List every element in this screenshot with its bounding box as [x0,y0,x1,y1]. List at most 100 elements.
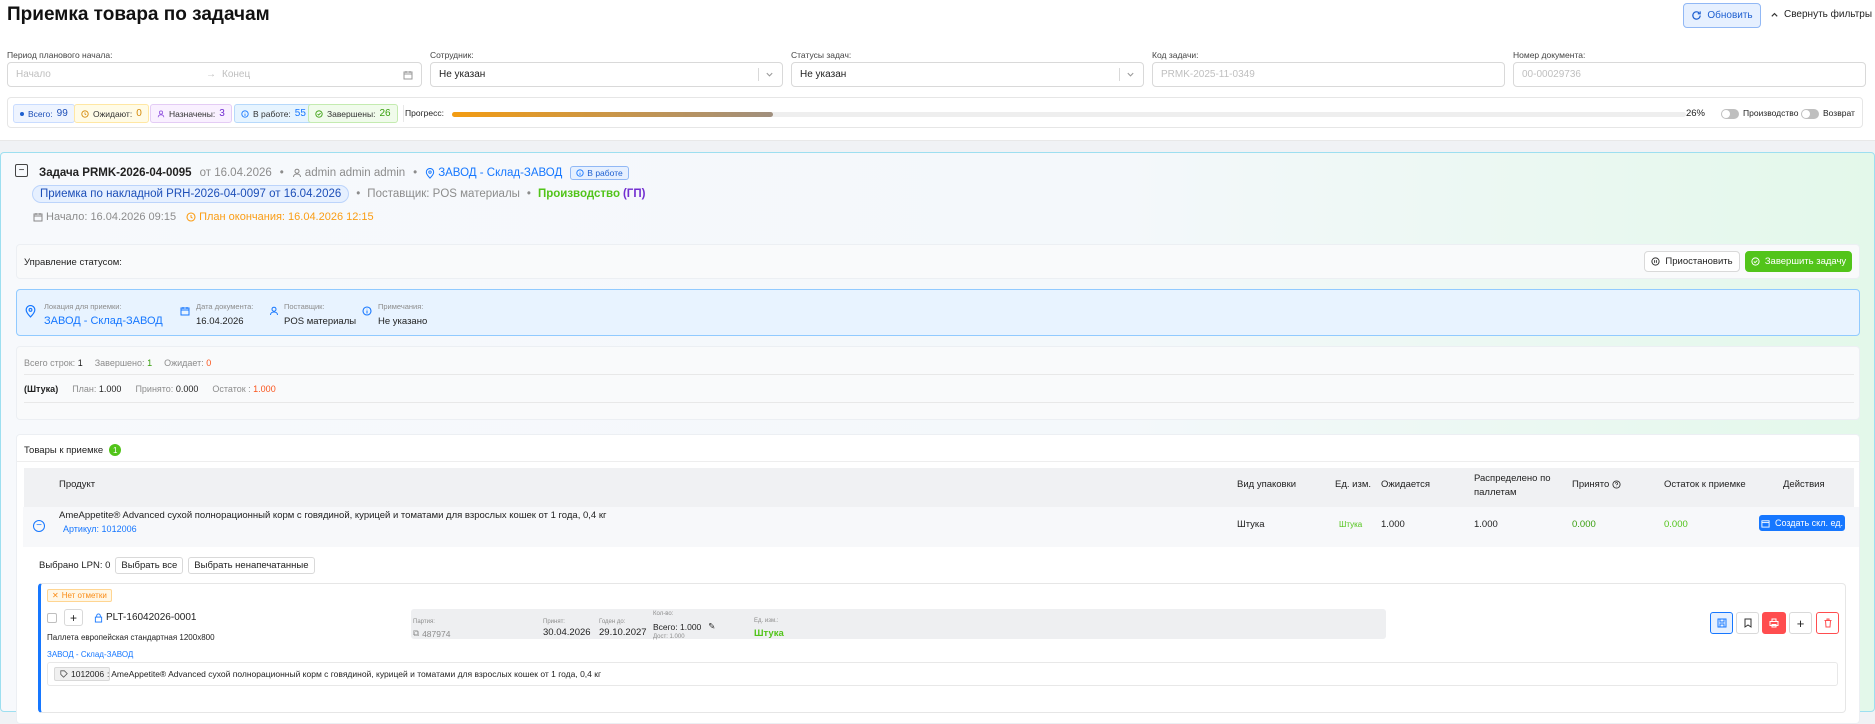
select-divider [758,68,759,81]
task-production: Производство [537,188,620,200]
stat-assigned-label: Назначены: [169,108,216,119]
calendar-icon [33,213,43,222]
task-code-input[interactable]: PRMK-2025-11-0349 [1152,62,1505,87]
task-card: − Задача PRMK-2026-04-0095 от 16.04.2026… [0,152,1875,724]
stat-total-chip[interactable]: Всего: 99 [13,104,75,123]
finish-task-button[interactable]: Завершить задачу [1745,251,1852,272]
chevron-down-icon [766,72,773,77]
lock-icon [94,613,103,622]
info-icon [362,306,372,316]
pause-button[interactable]: Приостановить [1644,251,1740,272]
pause-label: Приостановить [1665,256,1733,267]
info-icon [576,169,584,177]
info-icon [241,109,249,118]
save-lpn-button[interactable] [1710,612,1733,634]
create-storage-unit-label: Создать скл. ед. [1774,518,1844,528]
goods-title: Товары к приемке [24,444,104,456]
stat-assigned-chip[interactable]: Назначены: 3 [150,104,232,123]
summary-waiting-label: Ожидает: [164,358,204,368]
collapse-filters-label: Свернуть фильтры [1784,9,1873,20]
invoice-link[interactable]: Приемка по накладной PRH-2026-04-0097 от… [32,185,350,203]
period-end-input[interactable]: Конец [222,69,403,80]
map-pin-icon [426,167,435,179]
summary-rows: Всего строк: 1 [24,358,83,368]
stat-in-work-chip[interactable]: В работе: 55 [234,104,313,123]
refresh-icon [1692,11,1702,20]
return-toggle[interactable] [1801,109,1819,119]
task-meta-line: Приемка по накладной PRH-2026-04-0097 от… [32,185,645,203]
copy-icon[interactable]: ⧉ [413,628,419,639]
lpn-selected-count: Выбрано LPN: 0 [39,560,111,571]
user-icon [292,168,301,178]
lpn-batch: ⧉ 487974 [413,628,450,639]
employee-select-value: Не указан [439,69,486,80]
page-title: Приемка товара по задачам [7,4,270,25]
stat-total-value: 99 [56,108,68,119]
bullet: • [413,167,418,179]
select-unprinted-button[interactable]: Выбрать ненапечатанные [188,557,315,574]
product-expected: 1.000 [1381,519,1405,530]
period-range-picker[interactable]: Начало → Конец [7,62,422,87]
chevron-down-icon [1127,72,1134,77]
collapse-filters-link[interactable]: Свернуть фильтры [1770,9,1872,20]
lpn-article-tag: 1012006 [54,667,111,681]
chevron-up-icon [1771,12,1778,17]
summary-rest: Остаток : 1.000 [212,384,275,394]
doc-date-label: Дата документа: [196,302,254,311]
goods-title-line: Товары к приемке 1 [24,444,122,456]
stat-done-chip[interactable]: Завершены: 26 [308,104,398,123]
bullet: • [526,188,531,200]
period-start-input[interactable]: Начало [16,69,206,80]
question-circle-icon[interactable] [1612,480,1621,489]
notes-info-value: Не указано [378,316,428,327]
lpn-product-text: AmeAppetite® Advanced сухой полнорационн… [111,669,602,679]
no-mark-text: Нет отметки [61,591,107,600]
create-storage-unit-button[interactable]: Создать скл. ед. [1759,515,1845,531]
progress-bar [452,112,1686,117]
employee-select[interactable]: Не указан [430,62,783,87]
stats-divider [403,105,404,122]
select-divider [1119,68,1120,81]
summary-plan-value: 1.000 [98,384,122,394]
col-distributed: Распределено по паллетам [1474,473,1551,498]
production-toggle[interactable] [1721,109,1739,119]
task-code-label: Код задачи: [1152,50,1199,60]
status-management-panel: Управление статусом: Приостановить Завер… [16,244,1860,279]
lpn-location-link[interactable]: ЗАВОД - Склад-ЗАВОД [47,650,133,659]
stat-waiting-label: Ожидают: [93,108,133,119]
collapse-task-button[interactable]: − [15,164,28,177]
lpn-checkbox[interactable] [47,613,57,623]
bullet: • [279,167,284,179]
lpn-card [38,583,1846,713]
print-lpn-button[interactable] [1762,612,1786,634]
doc-number-input[interactable]: 00-00029736 [1513,62,1866,87]
expand-lpn-button[interactable]: + [64,609,83,626]
box-icon [1761,519,1770,528]
col-pack: Вид упаковки [1237,479,1297,490]
row-collapse-button[interactable]: − [33,520,45,532]
employee-label: Сотрудник: [430,50,474,60]
task-status-select[interactable]: Не указан [791,62,1144,87]
stat-waiting-chip[interactable]: Ожидают: 0 [74,104,149,123]
label-lpn-button[interactable] [1736,612,1759,634]
task-title: Задача PRMK-2026-04-0095 [39,167,192,179]
task-location-link[interactable]: ЗАВОД - Склад-ЗАВОД [425,167,562,179]
filters-panel: Приемка товара по задачам Обновить Сверн… [0,0,1875,141]
production-toggle-label: Производство [1743,108,1799,118]
check-circle-icon [1751,257,1760,266]
period-label: Период планового начала: [7,50,113,60]
check-circle-icon [315,109,323,118]
lpn-qty-avail: Дост: 1.000 [653,634,685,640]
select-all-button[interactable]: Выбрать все [115,557,184,574]
lpn-code: PLT-16042026-0001 [94,612,196,623]
close-icon: ✕ [52,591,59,600]
edit-icon[interactable]: ✎ [708,621,715,632]
task-date: от 16.04.2026 [199,167,272,179]
user-icon [157,110,165,117]
progress-label: Прогресс: [405,108,444,118]
add-lpn-button[interactable]: + [1789,612,1812,634]
col-product: Продукт [59,479,96,490]
product-article-link[interactable]: Артикул: 1012006 [63,524,137,534]
delete-lpn-button[interactable] [1816,612,1839,634]
refresh-button[interactable]: Обновить [1683,3,1761,28]
